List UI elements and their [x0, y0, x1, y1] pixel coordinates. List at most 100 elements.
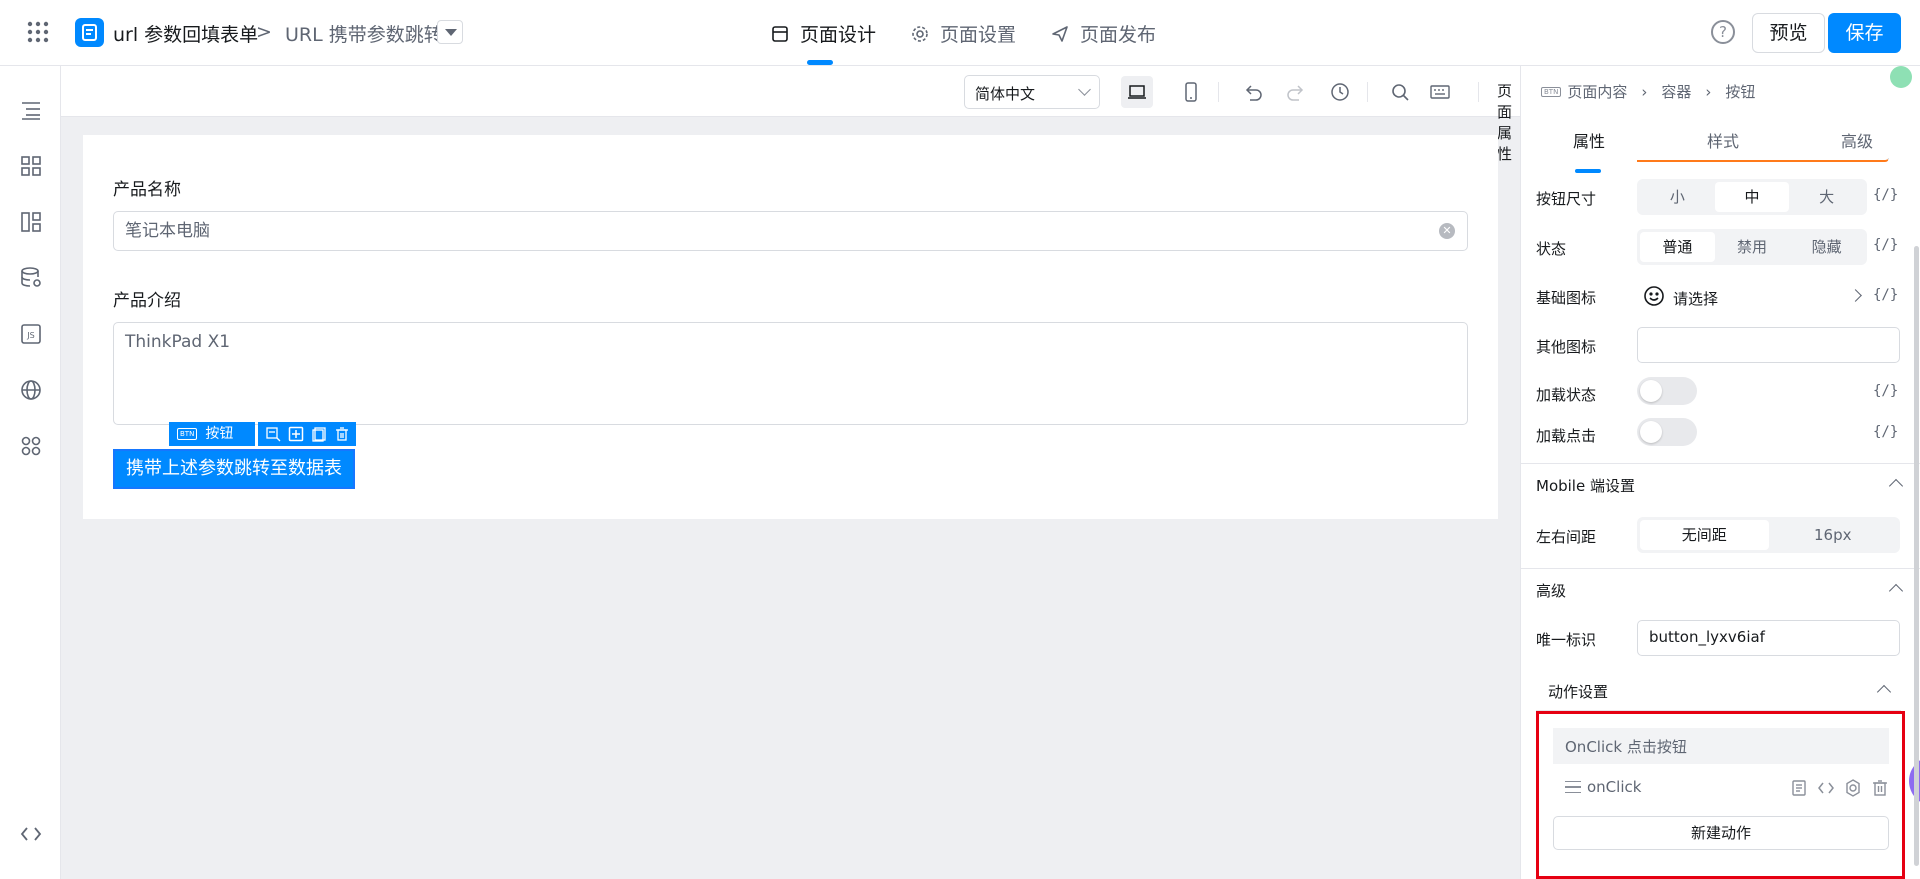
history-icon[interactable]: [1324, 76, 1356, 108]
copy-icon[interactable]: [311, 426, 327, 442]
section-title: 动作设置: [1548, 683, 1609, 701]
panel-scrollbar[interactable]: [1914, 246, 1919, 866]
variable-binding-icon[interactable]: {/}: [1873, 424, 1898, 440]
page-dropdown-button[interactable]: [437, 20, 463, 44]
send-icon: [1052, 25, 1068, 42]
tab-label: 页面设计: [800, 24, 877, 46]
drag-handle-icon[interactable]: [1565, 781, 1581, 793]
product-name-value: 笔记本电脑: [125, 221, 210, 241]
tab-label: 页面发布: [1080, 24, 1157, 46]
event-row[interactable]: onClick: [1553, 770, 1889, 806]
tab-properties[interactable]: 属性: [1573, 128, 1605, 152]
product-name-input[interactable]: 笔记本电脑 ✕: [113, 211, 1468, 251]
state-option-normal[interactable]: 普通: [1640, 232, 1715, 262]
selected-component-tag[interactable]: BTN 按钮: [169, 422, 255, 446]
active-tab-indicator: [1575, 169, 1601, 173]
js-code-icon[interactable]: JS: [19, 322, 43, 346]
breadcrumb-item[interactable]: 页面内容: [1567, 81, 1627, 102]
product-name-label: 产品名称: [113, 180, 181, 200]
other-icon-input[interactable]: [1637, 327, 1900, 363]
status-dot-icon: [1890, 66, 1912, 88]
undo-icon[interactable]: [1237, 76, 1269, 108]
variable-binding-icon[interactable]: {/}: [1873, 187, 1898, 203]
state-option-disabled[interactable]: 禁用: [1715, 232, 1790, 262]
clear-icon[interactable]: ✕: [1439, 223, 1455, 239]
outline-tree-icon[interactable]: [19, 98, 43, 122]
data-source-icon[interactable]: [19, 266, 43, 290]
button-size-segmented: 小 中 大: [1637, 179, 1867, 215]
variable-binding-icon[interactable]: {/}: [1873, 383, 1898, 399]
language-select[interactable]: 简体中文: [964, 75, 1100, 109]
product-intro-label: 产品介绍: [113, 291, 181, 311]
unique-id-input[interactable]: button_lyxv6iaf: [1637, 620, 1900, 656]
component-actions: [258, 422, 356, 446]
tab-page-design[interactable]: 页面设计: [770, 20, 876, 47]
component-breadcrumb: BTN 页面内容 › 容器 › 按钮: [1541, 81, 1755, 102]
tab-page-publish[interactable]: 页面发布: [1050, 20, 1156, 47]
desktop-view-icon[interactable]: [1121, 76, 1153, 108]
size-option-small[interactable]: 小: [1640, 182, 1715, 212]
help-icon[interactable]: ?: [1711, 20, 1735, 44]
loading-state-toggle[interactable]: [1637, 377, 1697, 405]
redo-icon[interactable]: [1280, 76, 1312, 108]
size-option-large[interactable]: 大: [1789, 182, 1864, 212]
loading-click-toggle[interactable]: [1637, 418, 1697, 446]
tab-page-settings[interactable]: 页面设置: [910, 20, 1016, 47]
chevron-right-icon[interactable]: [1849, 289, 1862, 302]
delete-icon[interactable]: [334, 426, 350, 442]
padding-option-16px[interactable]: 16px: [1769, 520, 1898, 550]
horizontal-padding-label: 左右间距: [1536, 528, 1597, 546]
app-logo-icon: [75, 18, 104, 47]
smile-icon: [1644, 286, 1664, 306]
state-segmented: 普通 禁用 隐藏: [1637, 229, 1867, 265]
code-icon[interactable]: [1816, 778, 1836, 798]
preview-button[interactable]: 预览: [1752, 13, 1825, 53]
components-grid-icon[interactable]: [19, 154, 43, 178]
advanced-section[interactable]: 高级: [1521, 568, 1920, 610]
select-parent-icon[interactable]: [265, 426, 281, 442]
layout-template-icon[interactable]: [19, 210, 43, 234]
loading-state-label: 加载状态: [1536, 386, 1597, 404]
base-icon-select[interactable]: 请选择: [1673, 288, 1718, 309]
size-option-medium[interactable]: 中: [1714, 182, 1790, 212]
save-button[interactable]: 保存: [1828, 13, 1901, 53]
tab-style[interactable]: 样式: [1707, 128, 1739, 152]
globe-icon[interactable]: [19, 378, 43, 402]
chevron-up-icon: [1888, 478, 1904, 494]
properties-panel: BTN 页面内容 › 容器 › 按钮 属性 样式 高级 按钮尺寸 小 中 大 {…: [1520, 66, 1920, 879]
code-view-icon[interactable]: [19, 822, 43, 846]
variable-binding-icon[interactable]: {/}: [1873, 237, 1898, 253]
variable-binding-icon[interactable]: {/}: [1873, 287, 1898, 303]
page-name[interactable]: URL 携带参数跳转: [285, 20, 443, 47]
gear-icon[interactable]: [1843, 778, 1863, 798]
mobile-view-icon[interactable]: [1175, 76, 1207, 108]
breadcrumb-separator: >: [256, 21, 272, 43]
state-option-hidden[interactable]: 隐藏: [1789, 232, 1864, 262]
page-properties-button[interactable]: 页面属性: [1497, 80, 1520, 164]
new-action-button[interactable]: 新建动作: [1553, 816, 1889, 850]
active-tab-indicator: [807, 60, 833, 65]
breadcrumb-item[interactable]: 按钮: [1725, 81, 1755, 102]
add-icon[interactable]: [288, 426, 304, 442]
product-intro-textarea[interactable]: ThinkPad X1: [113, 322, 1468, 425]
keyboard-icon[interactable]: [1424, 76, 1456, 108]
component-type-badge: BTN: [177, 428, 198, 440]
horizontal-padding-segmented: 无间距 16px: [1637, 517, 1900, 553]
section-title: 高级: [1536, 582, 1567, 600]
tab-advanced[interactable]: 高级: [1841, 128, 1873, 152]
edit-doc-icon[interactable]: [1789, 778, 1809, 798]
padding-option-none[interactable]: 无间距: [1640, 520, 1769, 550]
app-name[interactable]: url 参数回填表单: [113, 20, 258, 47]
section-title: Mobile 端设置: [1536, 477, 1635, 495]
breadcrumb-item[interactable]: 容器: [1661, 81, 1691, 102]
other-icon-label: 其他图标: [1536, 338, 1597, 356]
mobile-settings-section[interactable]: Mobile 端设置: [1521, 463, 1920, 505]
action-settings-section[interactable]: 动作设置: [1536, 671, 1901, 711]
app-grid-icon[interactable]: [26, 20, 50, 44]
search-icon[interactable]: [1384, 76, 1416, 108]
plugins-icon[interactable]: [19, 434, 43, 458]
unique-id-label: 唯一标识: [1536, 631, 1597, 649]
panel-tabs: 属性 样式 高级: [1521, 118, 1920, 158]
jump-with-params-button[interactable]: 携带上述参数跳转至数据表: [113, 449, 355, 489]
delete-icon[interactable]: [1870, 778, 1890, 798]
